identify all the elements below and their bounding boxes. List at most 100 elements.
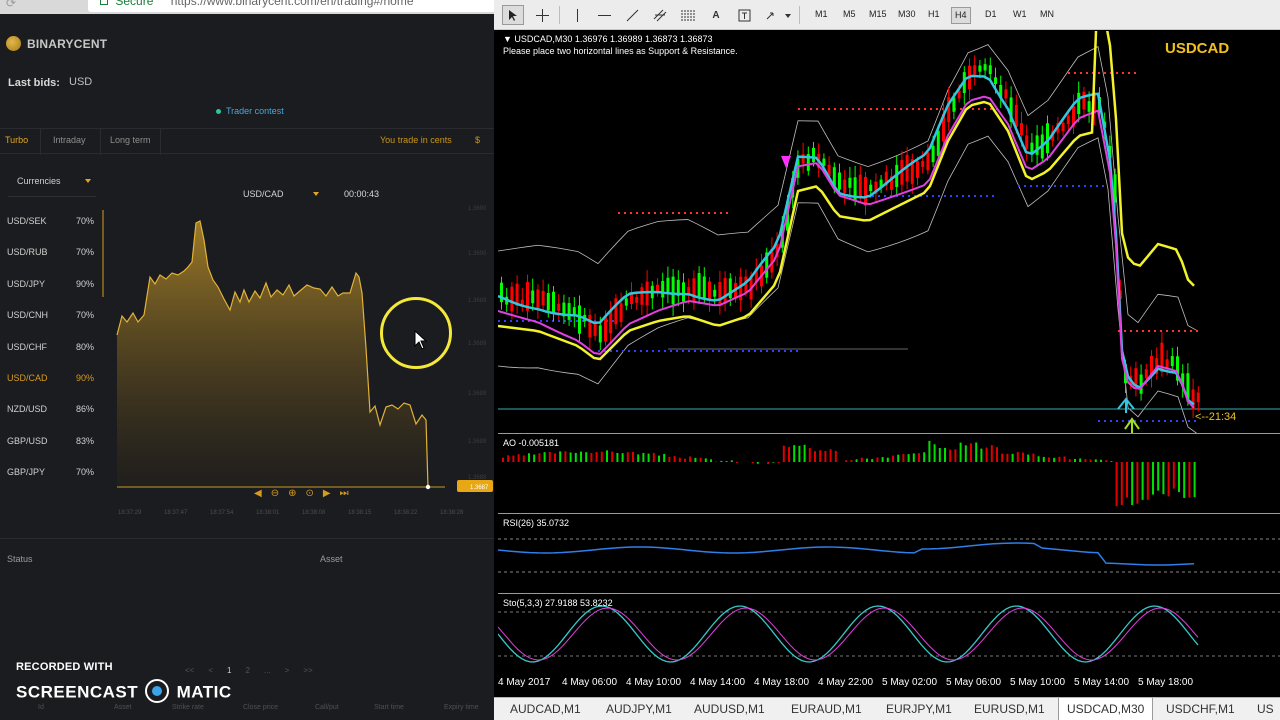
zoom-out-icon[interactable]: ⊖ xyxy=(271,488,279,499)
reload-icon[interactable]: ⟳ xyxy=(6,0,16,10)
symbol-tab[interactable]: USDCHF,M1 xyxy=(1166,702,1235,716)
symbol-tab[interactable]: AUDJPY,M1 xyxy=(606,702,672,716)
timeframe-m1[interactable]: M1 xyxy=(812,7,831,24)
fibonacci-icon[interactable] xyxy=(677,5,699,25)
ao-bar xyxy=(730,460,733,462)
scroll-left-icon[interactable]: ◀ xyxy=(254,488,262,499)
symbol-tab[interactable]: EURAUD,M1 xyxy=(791,702,862,716)
candle-body xyxy=(728,278,732,299)
text-tool-icon[interactable]: A xyxy=(705,5,727,25)
candle-body xyxy=(1165,359,1169,369)
timeframe-h4[interactable]: H4 xyxy=(951,7,971,24)
asset-row[interactable]: USD/CAD 90% xyxy=(0,369,100,400)
symbol-tab[interactable]: AUDCAD,M1 xyxy=(510,702,581,716)
stochastic-indicator-panel[interactable]: Sto(5,3,3) 27.9188 53.8232 xyxy=(497,593,1280,675)
ao-bar xyxy=(1022,452,1024,462)
time-tick: 18:37:54 xyxy=(210,510,234,516)
timeframe-m5[interactable]: M5 xyxy=(840,7,859,24)
symbol-tab[interactable]: AUDUSD,M1 xyxy=(694,702,765,716)
ao-bar xyxy=(1172,462,1175,489)
price-scale-tick: 1.3688 xyxy=(468,439,487,445)
scroll-right-icon[interactable]: ▶ xyxy=(323,488,331,499)
price-scale-tick: 1.3689 xyxy=(468,298,487,304)
channel-icon[interactable] xyxy=(649,5,671,25)
currency-category-select[interactable]: Currencies xyxy=(17,176,61,186)
tab-divider xyxy=(100,129,101,155)
asset-row[interactable]: GBP/USD 83% xyxy=(0,432,100,463)
asset-row[interactable]: USD/CHF 80% xyxy=(0,338,100,369)
asset-row[interactable]: USD/SEK 70% xyxy=(0,212,100,243)
trader-contest-label: Trader contest xyxy=(226,106,284,116)
trendline-icon[interactable] xyxy=(621,5,643,25)
ao-bar xyxy=(1157,462,1160,491)
ao-bar xyxy=(710,459,712,462)
text-label-icon[interactable] xyxy=(733,5,755,25)
ao-bar xyxy=(1048,457,1050,462)
tab-intraday[interactable]: Intraday xyxy=(53,135,86,145)
scroll-end-icon[interactable]: ⏭ xyxy=(340,488,349,499)
ao-bar xyxy=(626,452,629,462)
symbol-tab[interactable]: EURJPY,M1 xyxy=(886,702,952,716)
ao-bar xyxy=(923,452,926,462)
brand-logo[interactable]: BINARYCENT xyxy=(6,36,107,51)
address-bar[interactable]: Secure https://www.binarycent.com/en/tra… xyxy=(88,0,494,12)
timeframe-m30[interactable]: M30 xyxy=(895,7,919,24)
timeframe-w1[interactable]: W1 xyxy=(1010,7,1030,24)
ao-bar xyxy=(1110,461,1113,462)
zoom-in-icon[interactable]: ⊕ xyxy=(288,488,296,499)
cursor-tool-icon[interactable] xyxy=(502,5,524,25)
ao-bar xyxy=(1115,462,1118,507)
timeframe-m15[interactable]: M15 xyxy=(866,7,890,24)
page-link[interactable]: ... xyxy=(264,666,271,675)
page-link[interactable]: > xyxy=(285,666,290,675)
rsi-indicator-panel[interactable]: RSI(26) 35.0732 xyxy=(497,513,1280,593)
secure-label: Secure xyxy=(115,0,154,8)
trader-contest-link[interactable]: Trader contest xyxy=(216,106,284,116)
tab-turbo[interactable]: Turbo xyxy=(5,135,28,145)
currency-symbol[interactable]: $ xyxy=(475,135,480,145)
timeframe-d1[interactable]: D1 xyxy=(982,7,1000,24)
chevron-down-icon[interactable] xyxy=(313,192,319,196)
ao-bar xyxy=(517,454,520,462)
candle-body xyxy=(702,276,706,299)
arrow-objects-icon[interactable] xyxy=(763,5,793,25)
pair-select[interactable]: USD/CAD xyxy=(243,189,284,199)
watermark-line2: SCREENCAST MATIC xyxy=(16,679,232,705)
trade-type-tabs: Turbo Intraday Long term You trade in ce… xyxy=(0,128,494,155)
ao-bar xyxy=(767,462,770,465)
asset-row[interactable]: USD/JPY 90% xyxy=(0,275,100,306)
page-link[interactable]: << xyxy=(185,666,194,675)
horizontal-line-icon[interactable] xyxy=(593,5,615,25)
main-price-chart[interactable]: ▼ USDCAD,M30 1.36976 1.36989 1.36873 1.3… xyxy=(497,0,1280,435)
vertical-line-icon[interactable] xyxy=(566,5,588,25)
symbol-tab[interactable]: USDCAD,M30 xyxy=(1058,698,1154,720)
ao-bar xyxy=(918,453,920,462)
candlestick-chart[interactable] xyxy=(497,0,1280,435)
asset-row[interactable]: USD/RUB 70% xyxy=(0,243,100,274)
timeframe-h1[interactable]: H1 xyxy=(925,7,943,24)
asset-row[interactable]: USD/CNH 70% xyxy=(0,306,100,337)
asset-row[interactable]: NZD/USD 86% xyxy=(0,400,100,431)
crosshair-icon[interactable] xyxy=(531,5,553,25)
page-link[interactable]: < xyxy=(208,666,213,675)
timeframe-mn[interactable]: MN xyxy=(1037,7,1057,24)
metatrader-window: A M1 M5 M15 M30 H1 H4 D1 W1 MN ▼ USDCAD,M30 1.36… xyxy=(494,0,1280,720)
toolbar-separator xyxy=(559,6,560,24)
tab-long-term[interactable]: Long term xyxy=(110,135,151,145)
date-tick: 5 May 06:00 xyxy=(946,677,1002,688)
page-link[interactable]: 2 xyxy=(245,666,249,675)
candle-body xyxy=(624,298,628,306)
ao-bar xyxy=(528,453,530,462)
asset-row[interactable]: GBP/JPY 70% xyxy=(0,463,100,494)
ao-bar xyxy=(637,454,640,462)
time-tick: 18:38:01 xyxy=(256,510,280,516)
chevron-down-icon[interactable] xyxy=(85,179,91,183)
page-link[interactable]: 1 xyxy=(227,666,231,675)
ao-indicator-panel[interactable]: AO -0.005181 xyxy=(498,433,1280,513)
symbol-tab[interactable]: US xyxy=(1257,702,1274,716)
page-link[interactable]: >> xyxy=(303,666,312,675)
ao-bar xyxy=(933,444,936,462)
reset-zoom-icon[interactable]: ⊙ xyxy=(305,488,313,499)
ao-bar xyxy=(606,450,608,462)
symbol-tab[interactable]: EURUSD,M1 xyxy=(974,702,1045,716)
